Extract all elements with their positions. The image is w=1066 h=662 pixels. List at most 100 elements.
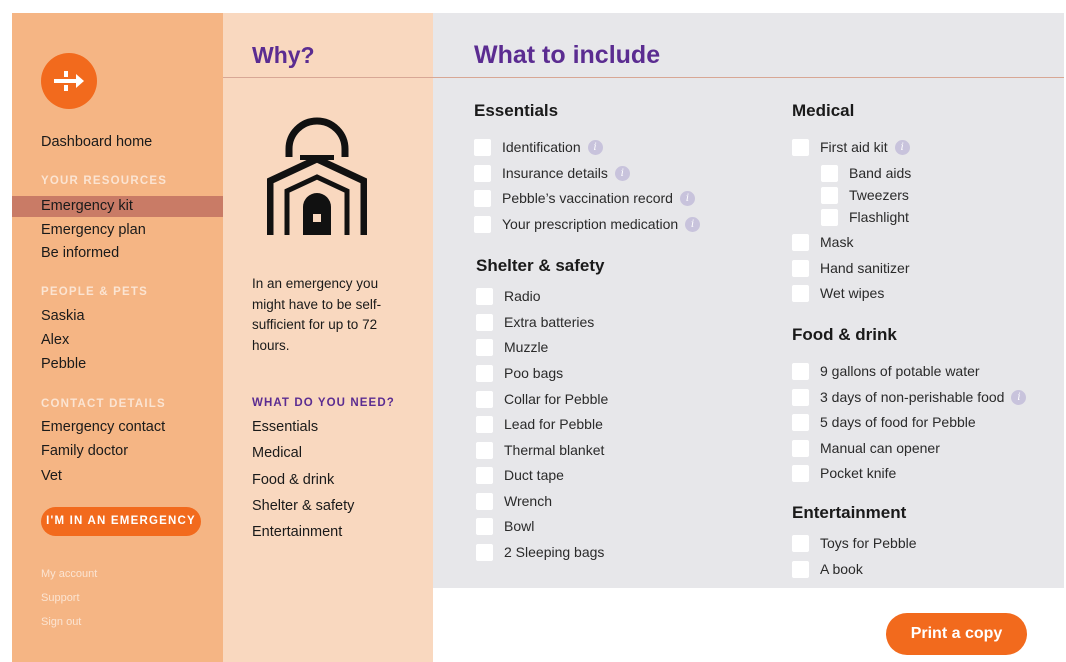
- checkbox[interactable]: [821, 186, 838, 204]
- checklist-item[interactable]: Collar for Pebble: [476, 390, 608, 408]
- checklist-item[interactable]: Insurance details i: [474, 164, 630, 182]
- print-button[interactable]: Print a copy: [886, 613, 1027, 655]
- nav-be-informed[interactable]: Be informed: [41, 244, 119, 262]
- sign-out-link[interactable]: Sign out: [41, 616, 81, 628]
- checklist-item[interactable]: First aid kit i: [792, 138, 910, 156]
- info-icon[interactable]: i: [614, 165, 630, 181]
- checklist-item[interactable]: Muzzle: [476, 338, 548, 356]
- nav-section-resources: YOUR RESOURCES: [41, 175, 168, 187]
- nav-section-people: PEOPLE & PETS: [41, 286, 148, 298]
- checkbox[interactable]: [792, 138, 809, 156]
- checkbox[interactable]: [792, 464, 809, 482]
- page-title: What to include: [474, 41, 661, 69]
- nav-family-doctor[interactable]: Family doctor: [41, 442, 128, 460]
- checkbox[interactable]: [476, 543, 493, 561]
- nav-emergency-plan[interactable]: Emergency plan: [41, 221, 146, 239]
- what-do-you-need-heading: WHAT DO YOU NEED?: [252, 397, 395, 409]
- nav-emergency-kit[interactable]: Emergency kit: [41, 197, 133, 215]
- why-divider: [223, 77, 433, 78]
- checkbox[interactable]: [792, 362, 809, 380]
- checkbox[interactable]: [474, 215, 491, 233]
- nav-pet-pebble[interactable]: Pebble: [41, 355, 86, 373]
- why-link-essentials[interactable]: Essentials: [252, 419, 318, 435]
- category-entertainment: Entertainment: [792, 503, 907, 522]
- title-divider: [433, 77, 1064, 78]
- support-link[interactable]: Support: [41, 592, 80, 604]
- checkbox[interactable]: [792, 284, 809, 302]
- category-medical: Medical: [792, 101, 855, 120]
- nav-emergency-contact[interactable]: Emergency contact: [41, 418, 165, 436]
- checklist-item[interactable]: Duct tape: [476, 466, 564, 484]
- checklist-item[interactable]: Wet wipes: [792, 284, 884, 302]
- emergency-button[interactable]: I'M IN AN EMERGENCY: [41, 507, 201, 536]
- checklist-item[interactable]: 5 days of food for Pebble: [792, 413, 976, 431]
- shelter-icon: [266, 109, 368, 240]
- checkbox[interactable]: [476, 492, 493, 510]
- nav-section-contacts: CONTACT DETAILS: [41, 398, 166, 410]
- sidebar: Dashboard home YOUR RESOURCES Emergency …: [12, 13, 223, 662]
- checkbox[interactable]: [792, 534, 809, 552]
- checklist-item[interactable]: Hand sanitizer: [792, 259, 910, 277]
- checkbox[interactable]: [792, 439, 809, 457]
- checklist-subitem[interactable]: Flashlight: [821, 208, 909, 226]
- checklist-item[interactable]: Extra batteries: [476, 313, 594, 331]
- checklist-item[interactable]: 3 days of non-perishable food i: [792, 388, 1027, 406]
- checkbox[interactable]: [474, 189, 491, 207]
- checklist-item[interactable]: Lead for Pebble: [476, 415, 603, 433]
- checkbox[interactable]: [792, 560, 809, 578]
- checkbox[interactable]: [476, 313, 493, 331]
- checklist-item[interactable]: Manual can opener: [792, 439, 940, 457]
- checkbox[interactable]: [476, 466, 493, 484]
- checkbox[interactable]: [476, 287, 493, 305]
- checkbox[interactable]: [476, 415, 493, 433]
- why-link-medical[interactable]: Medical: [252, 445, 302, 461]
- checklist-subitem[interactable]: Band aids: [821, 164, 911, 182]
- why-link-food-drink[interactable]: Food & drink: [252, 472, 334, 488]
- category-shelter-safety: Shelter & safety: [476, 256, 605, 275]
- category-food-drink: Food & drink: [792, 325, 897, 344]
- app-logo[interactable]: [41, 53, 97, 109]
- checklist-item[interactable]: Pebble’s vaccination record i: [474, 189, 695, 207]
- info-icon[interactable]: i: [587, 139, 603, 155]
- checkbox[interactable]: [792, 259, 809, 277]
- checklist-item[interactable]: Mask: [792, 233, 853, 251]
- checklist-item[interactable]: Identification i: [474, 138, 603, 156]
- checklist-item[interactable]: 9 gallons of potable water: [792, 362, 980, 380]
- checklist-item[interactable]: Bowl: [476, 517, 534, 535]
- checkbox[interactable]: [476, 517, 493, 535]
- checklist-item[interactable]: Radio: [476, 287, 541, 305]
- checkbox[interactable]: [474, 164, 491, 182]
- checklist-item[interactable]: Thermal blanket: [476, 441, 604, 459]
- checkbox[interactable]: [476, 390, 493, 408]
- checkbox[interactable]: [792, 233, 809, 251]
- checklist-subitem[interactable]: Tweezers: [821, 186, 909, 204]
- checklist-item[interactable]: Wrench: [476, 492, 552, 510]
- checklist-item[interactable]: 2 Sleeping bags: [476, 543, 604, 561]
- checklist-item[interactable]: Toys for Pebble: [792, 534, 917, 552]
- info-icon[interactable]: i: [685, 216, 701, 232]
- info-icon[interactable]: i: [1011, 389, 1027, 405]
- info-icon[interactable]: i: [679, 190, 695, 206]
- logo-arrow-icon: [54, 71, 84, 91]
- why-link-shelter-safety[interactable]: Shelter & safety: [252, 498, 354, 514]
- why-link-entertainment[interactable]: Entertainment: [252, 524, 342, 540]
- checkbox[interactable]: [476, 338, 493, 356]
- checkbox[interactable]: [792, 388, 809, 406]
- nav-dashboard-home[interactable]: Dashboard home: [41, 133, 152, 151]
- checklist-item[interactable]: Poo bags: [476, 364, 563, 382]
- checkbox[interactable]: [476, 364, 493, 382]
- my-account-link[interactable]: My account: [41, 568, 97, 580]
- checkbox[interactable]: [476, 441, 493, 459]
- checkbox[interactable]: [821, 208, 838, 226]
- checkbox[interactable]: [474, 138, 491, 156]
- nav-vet[interactable]: Vet: [41, 467, 62, 485]
- checkbox[interactable]: [821, 164, 838, 182]
- info-icon[interactable]: i: [894, 139, 910, 155]
- checklist-item[interactable]: Your prescription medication i: [474, 215, 701, 233]
- checklist-item[interactable]: A book: [792, 560, 863, 578]
- why-panel: Why? In an emergency you might have to b…: [223, 13, 433, 662]
- checklist-item[interactable]: Pocket knife: [792, 464, 896, 482]
- nav-person-saskia[interactable]: Saskia: [41, 307, 85, 325]
- nav-person-alex[interactable]: Alex: [41, 331, 69, 349]
- checkbox[interactable]: [792, 413, 809, 431]
